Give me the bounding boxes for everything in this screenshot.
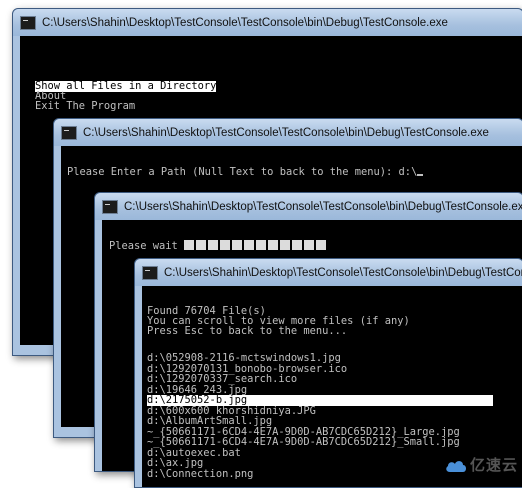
title-bar[interactable]: C:\Users\Shahin\Desktop\TestConsole\Test… <box>13 9 522 36</box>
watermark-text: 亿速云 <box>469 456 518 474</box>
progress-block <box>268 240 279 250</box>
path-prompt[interactable]: Please Enter a Path (Null Text to back t… <box>67 166 424 178</box>
console-app-icon <box>20 15 36 30</box>
title-bar[interactable]: C:\Users\Shahin\Desktop\TestConsole\Test… <box>135 259 522 286</box>
progress-block <box>184 240 195 250</box>
path-prompt-text: Please Enter a Path (Null Text to back t… <box>67 166 418 178</box>
title-bar[interactable]: C:\Users\Shahin\Desktop\TestConsole\Test… <box>95 193 522 220</box>
window-title: C:\Users\Shahin\Desktop\TestConsole\Test… <box>124 200 522 213</box>
progress-block <box>292 240 303 250</box>
file-list-item[interactable]: d:\1292070337_search.ico <box>147 374 297 385</box>
progress-block <box>280 240 291 250</box>
progress-bar <box>184 240 328 253</box>
cloud-logo-icon <box>446 460 466 472</box>
watermark: 亿速云 <box>445 454 518 475</box>
progress-block <box>316 240 327 250</box>
file-list-item[interactable]: d:\ax.jpg <box>147 458 203 469</box>
text-cursor <box>417 174 424 176</box>
file-list-item[interactable]: d:\2175052-b.jpg <box>147 395 493 406</box>
progress-block <box>232 240 243 250</box>
window-title: C:\Users\Shahin\Desktop\TestConsole\Test… <box>164 266 522 279</box>
console-app-icon <box>102 199 118 214</box>
progress-block <box>244 240 255 250</box>
progress-block <box>256 240 267 250</box>
progress-block <box>220 240 231 250</box>
file-list-item[interactable]: d:\Connection.png <box>147 468 253 480</box>
menu-item-exit[interactable]: Exit The Program <box>35 101 135 112</box>
progress-line: Please wait <box>109 240 328 253</box>
window-title: C:\Users\Shahin\Desktop\TestConsole\Test… <box>42 16 448 29</box>
file-list-item[interactable]: d:\052908-2116-mctswindows1.jpg <box>147 353 341 364</box>
esc-hint: Press Esc to back to the menu... <box>147 325 348 337</box>
progress-block <box>304 240 315 250</box>
please-wait-label: Please wait <box>109 240 178 252</box>
console-app-icon <box>142 265 158 280</box>
file-list-item[interactable]: d:\AlbumArtSmall.jpg <box>147 416 272 427</box>
file-list-item[interactable]: ~_{50661171-6CD4-4E7A-9D0D-AB7CDC65D212}… <box>147 437 460 448</box>
title-bar[interactable]: C:\Users\Shahin\Desktop\TestConsole\Test… <box>54 119 522 146</box>
progress-block <box>196 240 207 250</box>
window-title: C:\Users\Shahin\Desktop\TestConsole\Test… <box>83 126 489 139</box>
progress-block <box>208 240 219 250</box>
console-app-icon <box>61 125 77 140</box>
